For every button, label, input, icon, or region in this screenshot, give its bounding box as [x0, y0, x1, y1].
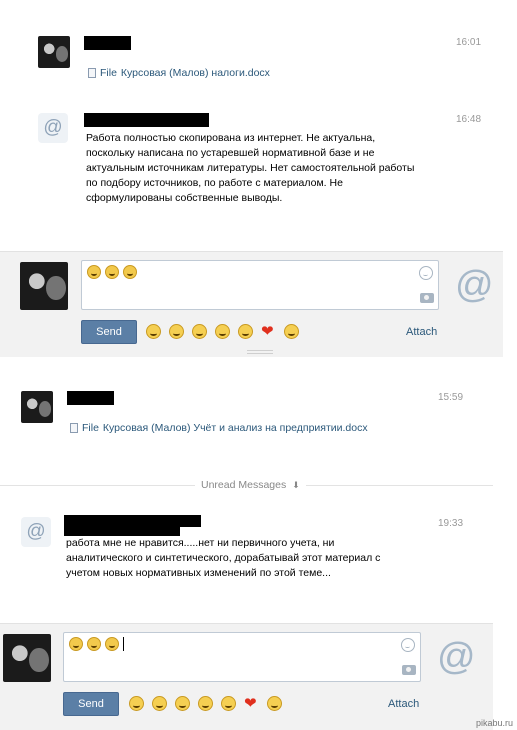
angry-emoji-icon[interactable]: [215, 324, 230, 339]
file-attachment[interactable]: File Курсовая (Малов) Учёт и анализ на п…: [70, 422, 368, 434]
message-input[interactable]: [63, 632, 421, 682]
smile-icon[interactable]: [401, 638, 415, 652]
smile-icon[interactable]: [419, 266, 433, 280]
compose-panel: @ Send Attach: [0, 251, 503, 357]
smirk-emoji-icon[interactable]: [267, 696, 282, 711]
at-icon: @: [437, 636, 476, 678]
kiss-emoji-icon[interactable]: [129, 696, 144, 711]
file-icon: [70, 423, 78, 433]
unread-label: Unread Messages ⬇: [195, 479, 306, 491]
heart-emoji-icon[interactable]: [244, 694, 259, 712]
message-time: 15:59: [438, 392, 464, 403]
resize-handle[interactable]: [247, 350, 273, 354]
smirk-emoji-icon[interactable]: [284, 324, 299, 339]
emoji-icon: [123, 265, 137, 279]
at-avatar-icon: @: [21, 517, 51, 547]
avatar[interactable]: [20, 262, 68, 310]
text-cursor: [123, 637, 124, 651]
send-button[interactable]: Send: [63, 692, 119, 716]
kiss-emoji-icon[interactable]: [146, 324, 161, 339]
at-icon: @: [455, 264, 494, 306]
message-time: 16:01: [456, 37, 482, 48]
message-text: Работа полностью скопирована из интернет…: [86, 132, 415, 204]
redacted-sender-name: [67, 391, 114, 405]
blush-emoji-icon[interactable]: [192, 324, 207, 339]
message-time: 16:48: [456, 114, 482, 125]
emoji-icon: [87, 637, 101, 651]
emoji-icon: [87, 265, 101, 279]
wink-emoji-icon[interactable]: [152, 696, 167, 711]
file-name: Курсовая (Малов) налоги.docx: [120, 67, 270, 79]
avatar[interactable]: [3, 634, 51, 682]
scream-emoji-icon[interactable]: [238, 324, 253, 339]
angry-emoji-icon[interactable]: [198, 696, 213, 711]
attach-link[interactable]: Attach: [388, 698, 419, 710]
emoji-icon: [105, 265, 119, 279]
file-prefix: File: [100, 67, 117, 79]
redacted-sender-name: [84, 36, 131, 50]
file-icon: [88, 68, 96, 78]
message-text: работа мне не нравится.....нет ни первич…: [66, 537, 381, 579]
camera-icon[interactable]: [402, 665, 416, 675]
avatar[interactable]: [21, 391, 53, 423]
file-attachment[interactable]: File Курсовая (Малов) налоги.docx: [88, 67, 270, 79]
camera-icon[interactable]: [420, 293, 434, 303]
file-name: Курсовая (Малов) Учёт и анализ на предпр…: [102, 422, 368, 434]
heart-emoji-icon[interactable]: [261, 322, 276, 340]
at-avatar-icon: @: [38, 113, 68, 143]
emoji-icon: [69, 637, 83, 651]
unread-text: Unread Messages: [201, 479, 287, 491]
compose-panel: @ Send Attach: [0, 623, 493, 730]
arrow-down-icon: ⬇: [292, 480, 300, 490]
message-time: 19:33: [438, 518, 464, 529]
avatar[interactable]: [38, 36, 70, 68]
scream-emoji-icon[interactable]: [221, 696, 236, 711]
emoji-bar: [146, 322, 299, 340]
file-prefix: File: [82, 422, 99, 434]
message-input[interactable]: [81, 260, 439, 310]
redacted-sender-name: [64, 526, 180, 536]
redacted-sender-name: [84, 113, 209, 127]
emoji-bar: [129, 694, 282, 712]
watermark: pikabu.ru: [475, 718, 513, 728]
send-button[interactable]: Send: [81, 320, 137, 344]
emoji-icon: [105, 637, 119, 651]
attach-link[interactable]: Attach: [406, 326, 437, 338]
wink-emoji-icon[interactable]: [169, 324, 184, 339]
blush-emoji-icon[interactable]: [175, 696, 190, 711]
